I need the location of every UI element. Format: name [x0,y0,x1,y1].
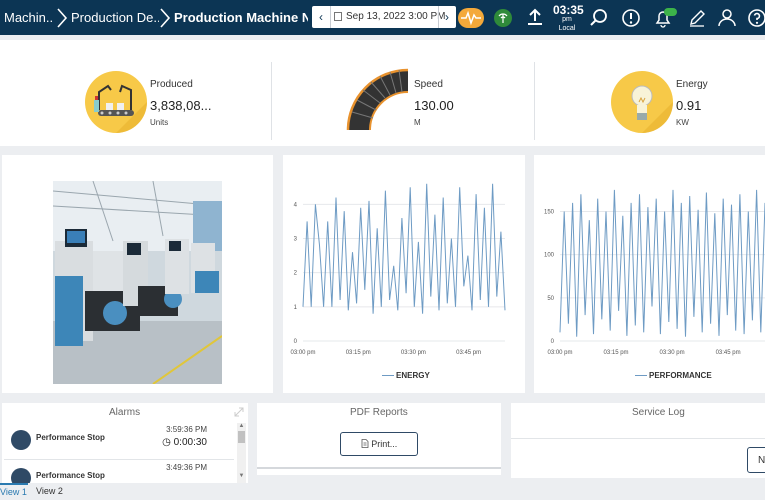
legend-performance: PERFORMANCE [649,371,712,380]
tab-view-1[interactable]: View 1 [0,483,28,500]
y-tick-label: 50 [547,296,554,302]
alarm-item[interactable]: Performance Stop 3:59:36 PM ◷ 0:00:30 [4,423,237,455]
y-tick-label: 100 [544,253,555,259]
legend-energy: ENERGY [396,371,430,380]
kpi-speed-value: 130.00 [414,98,454,113]
x-tick-label: 03:00 pm [290,350,315,356]
kpi-energy-value: 0.91 [676,98,702,113]
kpi-speed-unit: M [414,118,421,127]
signal-icon[interactable] [492,7,514,29]
kpi-speed-title: Speed [414,79,443,90]
series-line [302,183,506,314]
kpi-divider [271,62,272,140]
y-tick-label: 0 [551,339,555,345]
calendar-icon [334,12,342,21]
kpi-produced-unit: Units [150,118,169,127]
expand-icon[interactable] [233,406,245,418]
kpi-produced-title: Produced [150,79,193,90]
help-icon[interactable] [746,7,765,29]
x-tick-label: 03:15 pm [604,350,629,356]
breadcrumb-current-machine: Production Machine Niv... [174,10,308,25]
y-tick-label: 1 [294,305,298,311]
speed-gauge-icon [346,68,409,131]
y-tick-label: 2 [294,271,298,277]
energy-chart: 0 1 2 3 4 03:00 pm 03:15 pm 03:30 pm 03:45 pm [290,183,506,356]
x-tick-label: 03:45 pm [456,350,481,356]
document-icon [361,439,369,448]
notification-icon[interactable] [652,7,678,29]
top-bar: Machin... Production De... Production Ma… [0,0,765,35]
performance-chart-panel: 0 50 100 150 03:00 pm 03:15 pm 03:30 pm 03:45 p… [534,155,765,393]
kpi-divider [534,62,535,140]
kpi-energy-title: Energy [676,79,708,90]
y-tick-label: 4 [294,202,298,208]
energy-chart-panel: 0 1 2 3 4 03:00 pm 03:15 pm 03:30 pm 03:45 pm EN… [283,155,525,393]
alarm-stop-icon [11,468,31,483]
y-tick-label: 0 [294,339,298,345]
performance-chart: 0 50 100 150 03:00 pm 03:15 pm 03:30 pm 03:45 p… [544,189,765,356]
kpi-produced-value: 3,838,08... [150,98,212,113]
alert-icon[interactable] [620,7,642,29]
x-tick-label: 03:45 pm [716,350,741,356]
user-icon[interactable] [716,7,738,29]
light-bulb-icon [611,71,673,133]
breadcrumb-production-department[interactable]: Production De... [71,0,159,35]
edit-icon[interactable] [686,7,708,29]
date-picker[interactable]: ‹ Sep 13, 2022 3:00 PM › [312,6,456,28]
search-icon[interactable] [588,7,610,29]
x-tick-label: 03:00 pm [547,350,572,356]
print-button[interactable]: Print... [340,432,418,456]
alarms-title: Alarms [109,407,141,418]
pdf-reports-title: PDF Reports [350,407,408,418]
tab-view-2[interactable]: View 2 [36,483,63,500]
alarms-panel: Alarms Performance Stop 3:59:36 PM ◷ 0:0… [2,403,248,483]
y-tick-label: 3 [294,237,298,243]
view-tabs: View 1 View 2 [0,483,765,500]
upload-icon[interactable] [524,7,546,29]
clock: 03:35 pm Local [553,3,584,32]
date-value: Sep 13, 2022 3:00 PM [346,11,446,22]
chevron-right-icon[interactable]: › [438,6,456,28]
production-line-icon [85,71,147,133]
alarm-duration: ◷ 0:00:30 [162,437,207,448]
scroll-down-icon[interactable]: ▼ [238,473,245,479]
service-log-panel: Service Log N [511,403,765,478]
machine-image-panel [2,155,273,393]
legend-swatch [382,375,394,376]
x-tick-label: 03:15 pm [346,350,371,356]
heartbeat-icon[interactable] [458,7,484,29]
alarms-scrollbar[interactable]: ▲ ▼ [237,423,246,483]
x-tick-label: 03:30 pm [401,350,426,356]
alarm-stop-icon [11,430,31,450]
x-tick-label: 03:30 pm [660,350,685,356]
breadcrumb-separator-icon [160,8,171,28]
breadcrumb-separator-icon [57,8,68,28]
scrollbar-thumb[interactable] [238,431,245,443]
scroll-up-icon[interactable]: ▲ [238,423,245,429]
machine-photo [53,181,222,384]
y-tick-label: 150 [544,210,555,216]
service-log-title: Service Log [632,407,685,418]
alarm-item[interactable]: Performance Stop 3:49:36 PM [4,461,237,483]
breadcrumb-machines[interactable]: Machin... [4,0,52,35]
kpi-energy-unit: KW [676,118,689,127]
new-entry-button[interactable]: N [747,447,765,473]
legend-swatch [635,375,647,376]
chevron-left-icon[interactable]: ‹ [312,6,330,28]
